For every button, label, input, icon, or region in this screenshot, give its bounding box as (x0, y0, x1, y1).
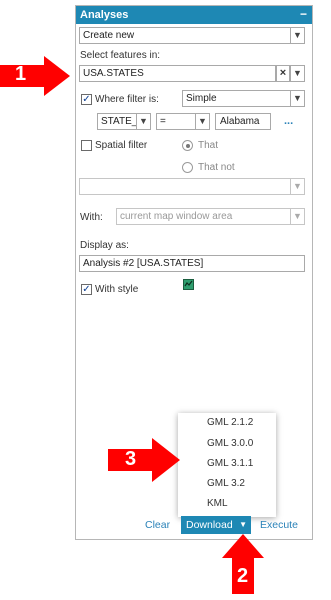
clear-link[interactable]: Clear (145, 519, 170, 531)
mode-select[interactable]: Create new ▼ (79, 27, 305, 44)
radio-that-not-label: That not (198, 162, 235, 173)
features-dropdown-icon[interactable]: ▼ (290, 65, 305, 82)
features-input[interactable]: USA.STATES (79, 65, 276, 82)
menu-item-kml[interactable]: KML (207, 498, 228, 509)
features-value: USA.STATES (83, 68, 144, 79)
annotation-marker-1: 1 (15, 63, 27, 85)
chevron-down-icon: ▼ (290, 28, 304, 43)
annotation-arrow-2: 2 (222, 534, 264, 596)
download-format-menu: GML 2.1.2 GML 3.0.0 GML 3.1.1 GML 3.2 KM… (178, 413, 276, 517)
radio-that[interactable] (182, 140, 193, 151)
more-options-link[interactable]: ... (284, 115, 293, 127)
display-as-input[interactable]: Analysis #2 [USA.STATES] (79, 255, 305, 272)
panel-header: Analyses − (76, 6, 312, 24)
menu-item-gml-32[interactable]: GML 3.2 (207, 478, 245, 489)
annotation-marker-2: 2 (237, 565, 249, 587)
display-as-value: Analysis #2 [USA.STATES] (83, 258, 204, 269)
annotation-arrow-3: 3 (108, 438, 180, 482)
style-swatch-icon[interactable] (183, 279, 194, 290)
filter-operator-select[interactable]: = ▼ (156, 113, 210, 130)
download-button[interactable]: Download ▼ (181, 516, 251, 534)
minus-icon[interactable]: − (300, 5, 307, 23)
with-style-checkbox[interactable]: ✓ (81, 284, 92, 295)
chevron-down-icon: ▼ (136, 114, 150, 129)
with-select[interactable]: current map window area ▼ (116, 208, 305, 225)
menu-item-gml-212[interactable]: GML 2.1.2 (207, 417, 253, 428)
with-select-value: current map window area (120, 211, 233, 222)
display-as-label: Display as: (80, 240, 129, 251)
menu-item-gml-300[interactable]: GML 3.0.0 (207, 438, 253, 449)
chevron-down-icon: ▼ (290, 179, 304, 194)
chevron-down-icon: ▼ (239, 520, 247, 529)
chevron-down-icon: ▼ (290, 209, 304, 224)
annotation-arrow-1: 1 (0, 56, 72, 96)
radio-that-not[interactable] (182, 162, 193, 173)
mode-select-value: Create new (83, 30, 135, 41)
menu-item-gml-311[interactable]: GML 3.1.1 (207, 458, 253, 469)
filter-type-value: Simple (186, 93, 217, 104)
chevron-down-icon: ▼ (195, 114, 209, 129)
filter-field-select[interactable]: STATE_ ▼ (97, 113, 151, 130)
clear-features-icon[interactable]: × (276, 65, 290, 82)
download-button-label: Download (186, 519, 233, 531)
filter-field-value: STATE_ (101, 116, 138, 127)
panel-title: Analyses (80, 9, 129, 21)
execute-link[interactable]: Execute (260, 519, 298, 531)
annotation-marker-3: 3 (125, 448, 137, 470)
where-filter-label: Where filter is: (95, 94, 159, 105)
filter-operator-value: = (160, 116, 166, 127)
spatial-relation-select[interactable]: ▼ (79, 178, 305, 195)
filter-value-text: Alabama (220, 116, 260, 127)
chevron-down-icon: ▼ (290, 91, 304, 106)
spatial-filter-checkbox[interactable] (81, 140, 92, 151)
filter-type-select[interactable]: Simple ▼ (182, 90, 305, 107)
radio-that-label: That (198, 140, 219, 151)
filter-value-input[interactable]: Alabama (215, 113, 271, 130)
with-label: With: (80, 212, 103, 223)
spatial-filter-label: Spatial filter (95, 140, 148, 151)
with-style-label: With style (95, 284, 139, 295)
where-filter-checkbox[interactable]: ✓ (81, 94, 92, 105)
select-features-label: Select features in: (80, 50, 161, 61)
